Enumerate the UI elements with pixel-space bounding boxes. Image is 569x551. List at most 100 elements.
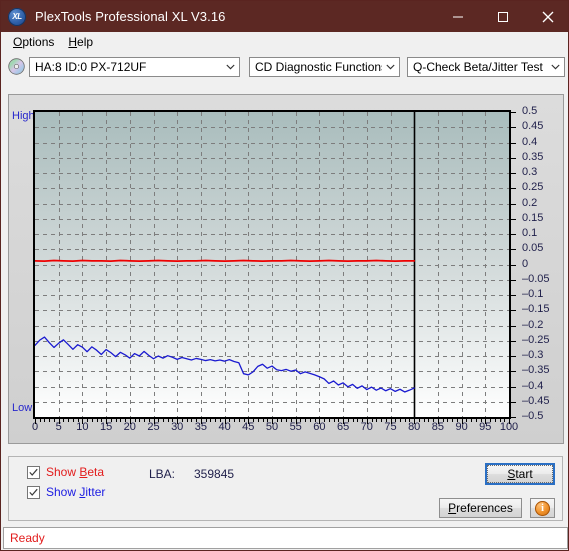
- y-tick-label: –0.15: [522, 303, 550, 316]
- x-tick-label: 55: [289, 421, 302, 433]
- drive-select[interactable]: HA:8 ID:0 PX-712UF: [29, 57, 240, 77]
- minimize-icon[interactable]: [435, 1, 480, 32]
- y-tick-label: –0.4: [522, 379, 544, 392]
- show-jitter-label-suffix: itter: [85, 485, 106, 499]
- maximize-icon[interactable]: [480, 1, 525, 32]
- x-tick-label: 70: [360, 421, 373, 433]
- window-title: PlexTools Professional XL V3.16: [35, 9, 226, 24]
- y-axis-low-label: Low: [12, 402, 33, 414]
- y-tick-label: 0.4: [522, 135, 538, 148]
- x-tick-label: 10: [76, 421, 89, 433]
- y-tick-label: 0.25: [522, 181, 544, 194]
- x-tick-label: 30: [171, 421, 184, 433]
- y-tick-label: 0.35: [522, 150, 544, 163]
- drive-select-value: HA:8 ID:0 PX-712UF: [35, 60, 147, 74]
- x-axis-labels: 0 5 10 15 20 25 30 35 40 45 50 55 60 65 70 75 80 85 90 95 10…: [9, 422, 565, 442]
- x-tick-label: 50: [265, 421, 279, 433]
- x-tick-label: 60: [313, 421, 326, 433]
- y-axis-labels: 0.5 0.45 0.4 0.35 0.3 0.25 0.2 0.15 0.1 0.05 0 –0.0…: [515, 95, 563, 435]
- chevron-down-icon[interactable]: [222, 64, 239, 70]
- title-bar: XL PlexTools Professional XL V3.16: [1, 1, 568, 32]
- xl-app-icon: XL: [8, 7, 26, 26]
- window-controls: [435, 1, 568, 32]
- show-jitter-checkbox-row[interactable]: Show Jitter: [27, 485, 105, 499]
- start-button-accel: S: [507, 467, 516, 481]
- y-tick-label: 0: [522, 257, 529, 270]
- y-tick-label: 0.1: [522, 227, 538, 239]
- status-bar: Ready: [3, 527, 568, 549]
- y-tick-label: –0.3: [522, 349, 544, 361]
- x-tick-label: 90: [455, 421, 468, 433]
- plot-svg: [35, 112, 509, 417]
- menu-item-options-rest: ptions: [22, 35, 55, 49]
- chevron-down-icon[interactable]: [547, 64, 564, 70]
- lba-value: 359845: [194, 467, 235, 481]
- y-tick-label: –0.05: [522, 272, 550, 285]
- preferences-button-label: Preferences: [448, 501, 513, 515]
- y-tick-label: –0.45: [522, 394, 550, 407]
- x-tick-label: 85: [431, 421, 445, 433]
- preferences-button[interactable]: Preferences: [439, 498, 522, 518]
- info-button[interactable]: i: [530, 498, 555, 518]
- chevron-down-icon[interactable]: [382, 64, 399, 70]
- x-tick-label: 20: [123, 421, 136, 433]
- y-tick-label: –0.1: [522, 288, 544, 300]
- y-tick-label: –0.25: [522, 333, 550, 346]
- function-select-value: CD Diagnostic Functions: [255, 60, 382, 74]
- start-button[interactable]: Start: [485, 463, 555, 485]
- y-tick-label: –0.35: [522, 364, 550, 377]
- test-select-value: Q-Check Beta/Jitter Test: [413, 60, 543, 74]
- x-tick-label: 35: [194, 421, 208, 433]
- menu-item-options-accel: O: [13, 35, 23, 49]
- close-icon[interactable]: [525, 1, 568, 32]
- y-axis-high-label: High: [12, 110, 35, 122]
- controls-panel: Show Beta Show Jitter LBA: 359845 Start …: [8, 456, 563, 521]
- status-text: Ready: [10, 531, 45, 545]
- y-tick-label: –0.2: [522, 318, 544, 331]
- x-tick-label: 100: [499, 421, 519, 433]
- toolbar: HA:8 ID:0 PX-712UF CD Diagnostic Functio…: [2, 52, 568, 82]
- menu-bar: Options Help: [2, 32, 568, 52]
- plot-region: [33, 110, 511, 419]
- xl-app-icon-text: XL: [12, 12, 22, 21]
- x-tick-label: 65: [336, 421, 350, 433]
- x-tick-label: 45: [242, 421, 255, 433]
- x-tick-label: 5: [55, 421, 62, 433]
- y-tick-label: 0.05: [522, 242, 544, 255]
- menu-item-options[interactable]: Options: [7, 33, 62, 51]
- x-tick-label: 40: [218, 421, 231, 433]
- show-jitter-checkbox[interactable]: [27, 485, 40, 499]
- show-jitter-label-prefix: Show: [46, 485, 80, 499]
- lba-label: LBA:: [149, 467, 176, 481]
- info-icon: i: [535, 500, 550, 516]
- show-beta-checkbox-row[interactable]: Show Beta: [27, 465, 104, 479]
- chart-panel: High Low 0.5 0.45 0.4 0.35 0.3 0.25 0.2 0.15 0.1…: [2, 82, 568, 456]
- preferences-button-suffix: references: [456, 501, 513, 515]
- show-beta-label-suffix: eta: [87, 465, 105, 479]
- preferences-button-accel: P: [448, 501, 457, 515]
- menu-item-help[interactable]: Help: [62, 33, 101, 51]
- start-button-suffix: tart: [515, 467, 533, 481]
- show-beta-checkbox[interactable]: [27, 465, 40, 479]
- x-tick-label: 80: [408, 421, 421, 433]
- y-tick-label: –0.5: [522, 410, 544, 422]
- plextools-window: XL PlexTools Professional XL V3.16 Optio…: [0, 0, 569, 551]
- start-button-inner: Start: [487, 465, 553, 483]
- test-select[interactable]: Q-Check Beta/Jitter Test: [407, 57, 565, 77]
- info-icon-glyph: i: [541, 502, 544, 514]
- show-beta-label: Show Beta: [46, 465, 104, 479]
- y-tick-label: 0.2: [522, 196, 538, 209]
- x-tick-label: 25: [147, 421, 160, 433]
- menu-item-help-accel: H: [68, 35, 78, 49]
- cd-disc-icon: [8, 58, 25, 75]
- show-jitter-label: Show Jitter: [46, 485, 105, 499]
- function-select[interactable]: CD Diagnostic Functions: [249, 57, 400, 77]
- x-tick-label: 0: [31, 421, 39, 433]
- x-tick-label: 75: [384, 421, 397, 433]
- y-tick-label: 0.5: [522, 105, 538, 117]
- chart-area: High Low 0.5 0.45 0.4 0.35 0.3 0.25 0.2 0.15 0.1…: [8, 94, 564, 444]
- menu-item-help-rest: elp: [77, 35, 94, 49]
- x-tick-label: 15: [99, 421, 113, 433]
- y-tick-label: 0.3: [522, 166, 538, 178]
- y-tick-label: 0.45: [522, 120, 544, 133]
